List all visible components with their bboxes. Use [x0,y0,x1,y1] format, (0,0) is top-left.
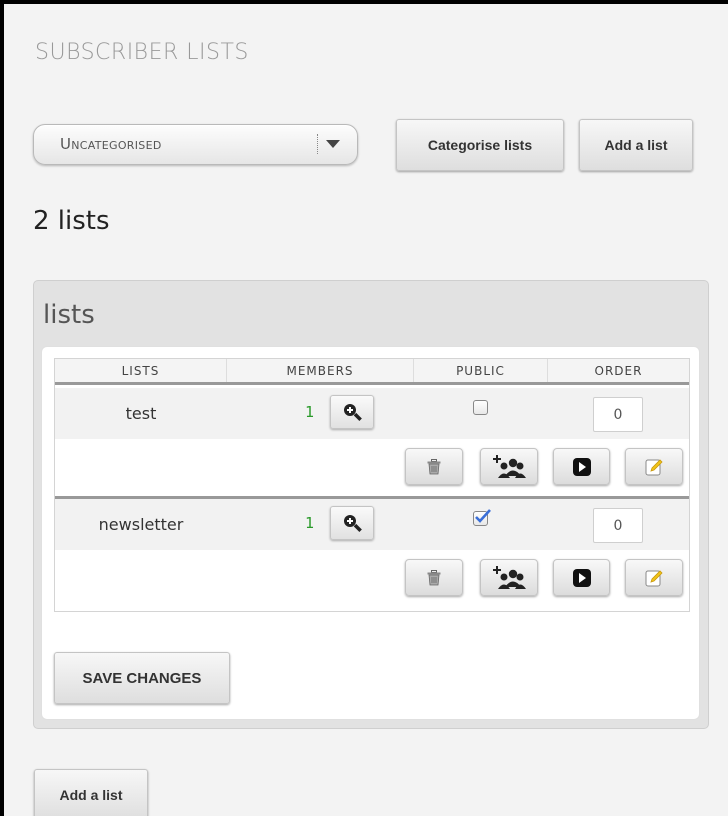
public-checkbox[interactable] [473,400,488,415]
view-list-button[interactable] [553,448,610,485]
add-users-icon [493,454,526,478]
delete-list-button[interactable] [405,448,463,485]
order-input[interactable] [593,508,643,543]
category-select[interactable]: Uncategorised [33,124,358,165]
play-icon [572,568,591,587]
panel-title: lists [43,300,95,330]
lists-table: LISTS MEMBERS PUBLIC ORDER test 1 0 news… [54,358,690,612]
add-list-button-top[interactable]: Add a list [579,119,693,171]
edit-list-button[interactable] [625,559,683,596]
member-count: 1 [305,514,315,532]
table-row: test 1 [55,388,689,439]
select-divider [317,134,318,154]
page: SUBSCRIBER LISTS Uncategorised Categoris… [4,4,728,816]
category-select-value: Uncategorised [60,135,162,153]
list-name: test [125,404,157,423]
save-changes-button[interactable]: SAVE CHANGES [54,652,230,704]
page-title: SUBSCRIBER LISTS [35,40,249,65]
chevron-down-icon [326,140,340,148]
categorise-lists-button[interactable]: Categorise lists [396,119,564,171]
trash-icon [427,458,441,474]
checkmark-icon [475,509,491,523]
edit-list-button[interactable] [625,448,683,485]
play-icon [572,457,591,476]
trash-icon [427,569,441,585]
edit-icon [645,458,663,475]
column-header-order[interactable]: ORDER [548,359,689,382]
row-actions [55,550,689,607]
column-header-members[interactable]: MEMBERS [227,359,414,382]
table-row: newsletter 1 [55,499,689,550]
list-name: newsletter [98,515,184,534]
column-header-public[interactable]: PUBLIC [414,359,548,382]
edit-icon [645,569,663,586]
public-checkbox[interactable] [473,509,491,526]
row-actions [55,439,689,496]
list-count-heading: 2 lists [33,206,110,236]
add-subscribers-button[interactable] [480,559,538,596]
member-count: 1 [305,403,315,421]
add-list-button-bottom[interactable]: Add a list [34,769,148,816]
view-members-button[interactable] [330,506,374,540]
add-subscribers-button[interactable] [480,448,538,485]
view-list-button[interactable] [553,559,610,596]
zoom-in-icon [344,404,362,422]
add-users-icon [493,565,526,589]
view-members-button[interactable] [330,395,374,429]
zoom-in-icon [344,515,362,533]
lists-panel: lists LISTS MEMBERS PUBLIC ORDER test 1 [33,280,709,729]
table-header: LISTS MEMBERS PUBLIC ORDER [55,359,689,385]
delete-list-button[interactable] [405,559,463,596]
column-header-lists[interactable]: LISTS [55,359,227,382]
order-input[interactable] [593,397,643,432]
